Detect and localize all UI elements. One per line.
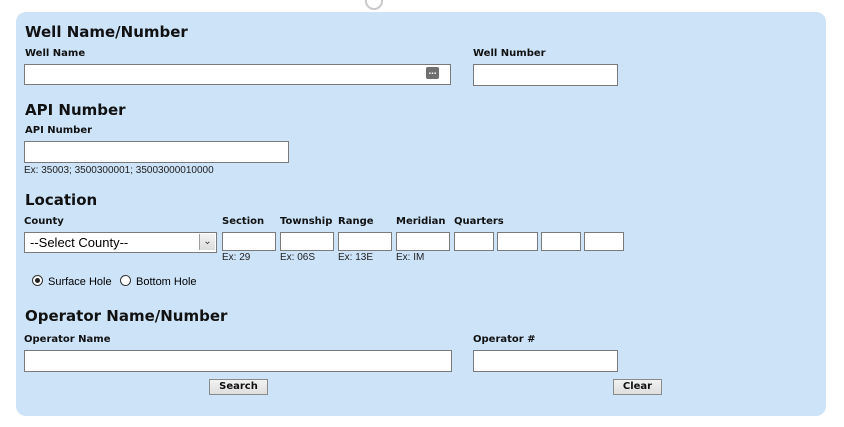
quarter-input-2[interactable] [497,232,538,251]
meridian-input[interactable] [396,232,450,251]
chevron-down-icon[interactable]: ⌄ [199,234,215,250]
well-number-input[interactable] [473,64,618,86]
surface-hole-radio[interactable] [32,275,43,286]
api-number-label: API Number [25,125,93,136]
bottom-hole-label[interactable]: Bottom Hole [136,276,197,288]
search-button[interactable]: Search [209,379,268,395]
township-label: Township [280,216,333,227]
bottom-hole-radio[interactable] [120,275,131,286]
well-section-heading: Well Name/Number [25,23,188,41]
quarter-input-4[interactable] [584,232,624,251]
operator-section-heading: Operator Name/Number [25,307,228,325]
clear-button[interactable]: Clear [613,379,662,395]
range-label: Range [338,216,374,227]
range-example-text: Ex: 13E [338,252,374,263]
quarters-label: Quarters [454,216,504,227]
township-input[interactable] [280,232,334,251]
quarter-input-1[interactable] [454,232,494,251]
township-example-text: Ex: 06S [280,252,316,263]
operator-number-input[interactable] [473,350,618,372]
operator-number-label: Operator # [473,334,536,345]
operator-name-label: Operator Name [24,334,111,345]
api-example-text: Ex: 35003; 3500300001; 35003000010000 [24,165,214,176]
page-top-ornament [365,0,383,10]
well-number-label: Well Number [473,48,546,59]
ellipsis-lookup-icon[interactable]: … [426,67,439,79]
county-label: County [24,216,64,227]
quarter-input-3[interactable] [541,232,581,251]
well-name-label: Well Name [25,48,86,59]
section-example-text: Ex: 29 [222,252,251,263]
county-select[interactable]: --Select County-- ⌄ [24,232,217,253]
well-name-input[interactable] [24,64,451,85]
range-input[interactable] [338,232,392,251]
operator-name-input[interactable] [24,350,452,372]
api-section-heading: API Number [25,101,126,119]
location-section-heading: Location [25,191,98,209]
surface-hole-label[interactable]: Surface Hole [48,276,112,288]
section-label: Section [222,216,265,227]
county-selected-value: --Select County-- [30,235,129,250]
meridian-example-text: Ex: IM [396,252,425,263]
api-number-input[interactable] [24,141,289,163]
meridian-label: Meridian [396,216,446,227]
search-form-panel: Well Name/Number Well Name … Well Number… [16,12,826,416]
section-input[interactable] [222,232,276,251]
